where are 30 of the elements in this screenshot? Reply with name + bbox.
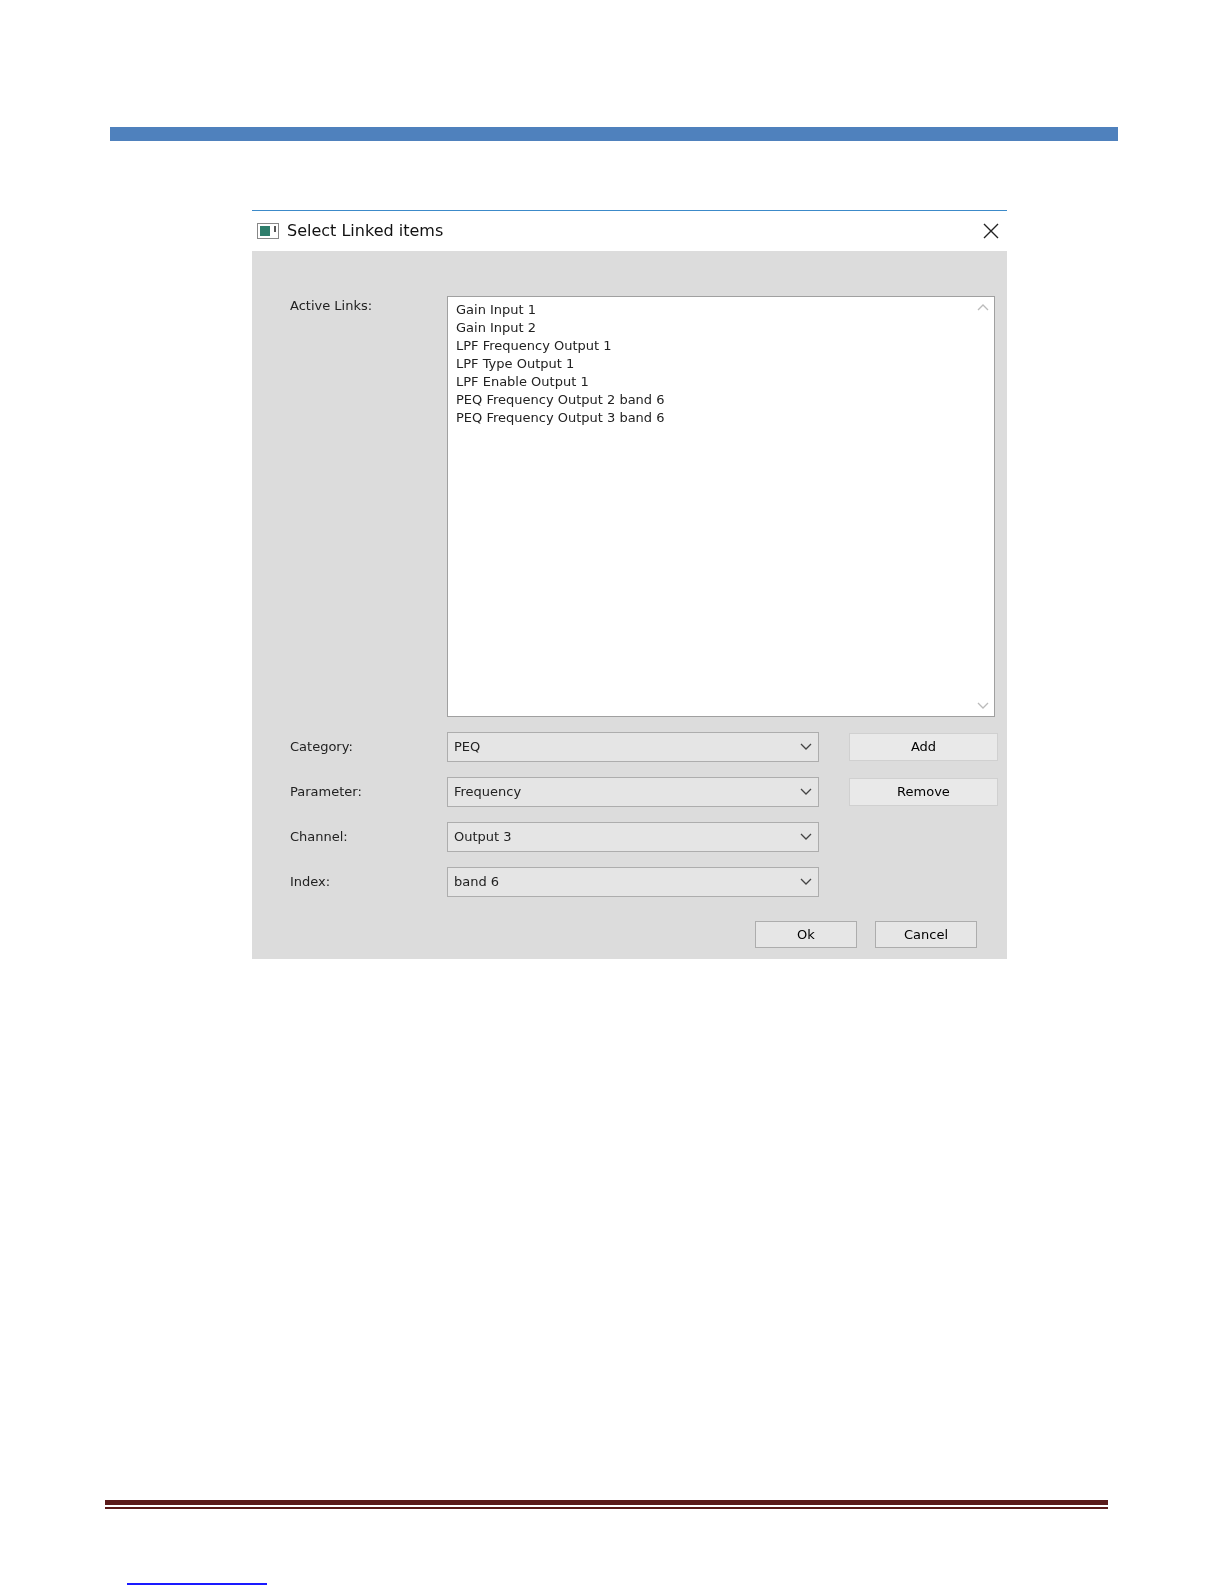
list-item[interactable]: LPF Enable Output 1 bbox=[456, 373, 589, 391]
window-title: Select Linked items bbox=[287, 220, 445, 242]
scroll-down-icon[interactable] bbox=[977, 702, 989, 710]
links-list[interactable]: Gain Input 1 Gain Input 2 LPF Frequency Output 1 LPF Type Output 1 LPF Enable Output 1 PEQ Frequency Output 2 band 6 PEQ Frequency Output 3 band 6 bbox=[447, 296, 995, 717]
dialog-button[interactable]: Ok bbox=[755, 921, 857, 948]
app-icon bbox=[257, 223, 279, 239]
dropdown[interactable]: band 6 bbox=[447, 867, 819, 897]
list-item[interactable]: LPF Frequency Output 1 bbox=[456, 337, 612, 355]
field-label: Index: bbox=[290, 873, 332, 892]
scroll-up-icon[interactable] bbox=[977, 303, 989, 311]
dialog-button[interactable]: Cancel bbox=[875, 921, 977, 948]
dropdown[interactable]: PEQ bbox=[447, 732, 819, 762]
list-item[interactable]: Gain Input 2 bbox=[456, 319, 537, 337]
dropdown[interactable]: Frequency bbox=[447, 777, 819, 807]
chevron-down-icon bbox=[800, 743, 812, 751]
close-icon[interactable] bbox=[983, 223, 999, 239]
dropdown[interactable]: Output 3 bbox=[447, 822, 819, 852]
chevron-down-icon bbox=[800, 788, 812, 796]
list-item[interactable]: LPF Type Output 1 bbox=[456, 355, 575, 373]
chevron-down-icon bbox=[800, 833, 812, 841]
active-links-label: Active Links: bbox=[290, 297, 374, 315]
chevron-down-icon bbox=[800, 878, 812, 886]
list-item[interactable]: PEQ Frequency Output 3 band 6 bbox=[456, 409, 665, 427]
list-item[interactable]: PEQ Frequency Output 2 band 6 bbox=[456, 391, 665, 409]
action-button[interactable]: Add bbox=[849, 733, 998, 761]
field-label: Category: bbox=[290, 738, 354, 757]
action-button[interactable]: Remove bbox=[849, 778, 998, 806]
field-label: Parameter: bbox=[290, 783, 363, 802]
list-item[interactable]: Gain Input 1 bbox=[456, 301, 537, 319]
field-label: Channel: bbox=[290, 828, 349, 847]
